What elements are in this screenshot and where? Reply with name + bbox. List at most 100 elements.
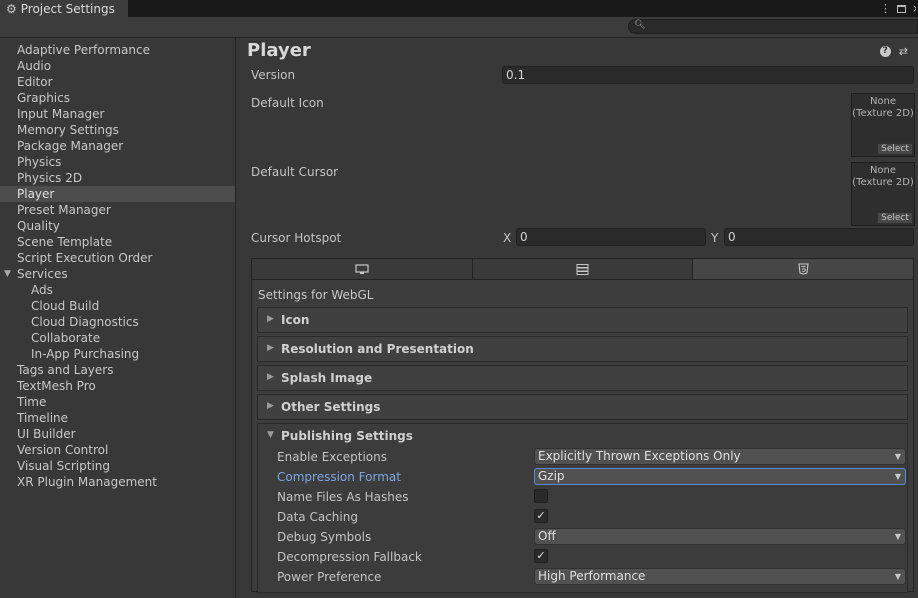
sidebar-item-adaptive-performance[interactable]: Adaptive Performance bbox=[0, 42, 235, 58]
debug-symbols-dropdown[interactable]: Off ▼ bbox=[534, 528, 906, 545]
tab-standalone[interactable] bbox=[252, 259, 473, 279]
expand-arrow-icon: ▶ bbox=[267, 343, 274, 353]
sidebar-item-memory-settings[interactable]: Memory Settings bbox=[0, 122, 235, 138]
name-files-as-hashes-checkbox[interactable] bbox=[534, 489, 548, 503]
compression-format-dropdown[interactable]: Gzip ▼ bbox=[534, 468, 906, 485]
compression-format-label: Compression Format bbox=[277, 470, 401, 484]
section-publishing-settings: ▼ Publishing Settings Enable Exceptions … bbox=[257, 423, 908, 593]
enable-exceptions-label: Enable Exceptions bbox=[277, 450, 387, 464]
sidebar-item-physics-2d[interactable]: Physics 2D bbox=[0, 170, 235, 186]
search-icon: 🔍︎ bbox=[634, 20, 646, 30]
cursor-hotspot-label: Cursor Hotspot bbox=[251, 231, 342, 245]
main-panel: Player ? ⇄ Version 0.1 Default Icon None… bbox=[237, 38, 918, 598]
more-menu-icon[interactable]: ⋮ bbox=[880, 2, 891, 15]
sidebar-item-scene-template[interactable]: Scene Template bbox=[0, 234, 235, 250]
platform-tabs bbox=[251, 258, 914, 280]
close-icon[interactable]: × bbox=[912, 2, 916, 15]
sidebar-item-cloud-build[interactable]: Cloud Build bbox=[0, 298, 235, 314]
sidebar-item-player[interactable]: Player bbox=[0, 186, 235, 202]
name-files-as-hashes-label: Name Files As Hashes bbox=[277, 490, 409, 504]
fold-down-icon[interactable]: ▼ bbox=[4, 266, 11, 282]
window-tab[interactable]: ⚙ Project Settings bbox=[0, 0, 128, 17]
section-label[interactable]: Publishing Settings bbox=[281, 429, 413, 443]
debug-symbols-label: Debug Symbols bbox=[277, 530, 372, 544]
tab-server[interactable] bbox=[472, 259, 694, 279]
sidebar-item-physics[interactable]: Physics bbox=[0, 154, 235, 170]
sidebar-item-collaborate[interactable]: Collaborate bbox=[0, 330, 235, 346]
default-cursor-label: Default Cursor bbox=[251, 165, 339, 179]
power-preference-dropdown[interactable]: High Performance ▼ bbox=[534, 568, 906, 585]
dropdown-value: Explicitly Thrown Exceptions Only bbox=[538, 449, 741, 463]
sidebar-item-ui-builder[interactable]: UI Builder bbox=[0, 426, 235, 442]
expand-arrow-icon: ▶ bbox=[267, 372, 274, 382]
version-field[interactable]: 0.1 bbox=[502, 66, 914, 84]
expand-arrow-icon: ▶ bbox=[267, 401, 274, 411]
x-label: X bbox=[503, 231, 512, 245]
dropdown-value: High Performance bbox=[538, 569, 646, 583]
chevron-down-icon: ▼ bbox=[894, 472, 901, 481]
server-icon bbox=[576, 263, 589, 275]
select-button[interactable]: Select bbox=[877, 143, 913, 155]
hotspot-x-field[interactable]: 0 bbox=[516, 228, 706, 246]
select-button[interactable]: Select bbox=[877, 212, 913, 224]
power-preference-label: Power Preference bbox=[277, 570, 382, 584]
dropdown-value: Gzip bbox=[538, 469, 565, 483]
sidebar-item-visual-scripting[interactable]: Visual Scripting bbox=[0, 458, 235, 474]
default-icon-texture[interactable]: None (Texture 2D) Select bbox=[851, 93, 915, 157]
section-splash-image[interactable]: ▶ Splash Image bbox=[257, 365, 908, 391]
data-caching-checkbox[interactable]: ✓ bbox=[534, 509, 548, 523]
sidebar-item-in-app-purchasing[interactable]: In-App Purchasing bbox=[0, 346, 235, 362]
title-bar: ⚙ Project Settings ⋮ × bbox=[0, 0, 918, 17]
html5-icon bbox=[798, 263, 809, 275]
sidebar-item-input-manager[interactable]: Input Manager bbox=[0, 106, 235, 122]
section-label: Other Settings bbox=[281, 400, 381, 414]
sidebar-item-tags-and-layers[interactable]: Tags and Layers bbox=[0, 362, 235, 378]
texture-type-text: (Texture 2D) bbox=[852, 108, 914, 119]
texture-none-text: None bbox=[869, 96, 897, 107]
collapse-arrow-icon[interactable]: ▼ bbox=[267, 430, 274, 440]
sidebar-item-package-manager[interactable]: Package Manager bbox=[0, 138, 235, 154]
sidebar-item-time[interactable]: Time bbox=[0, 394, 235, 410]
default-cursor-texture[interactable]: None (Texture 2D) Select bbox=[851, 162, 915, 226]
version-label: Version bbox=[251, 68, 296, 82]
help-icon[interactable]: ? bbox=[879, 46, 891, 57]
sidebar-item-editor[interactable]: Editor bbox=[0, 74, 235, 90]
section-other-settings[interactable]: ▶ Other Settings bbox=[257, 394, 908, 420]
y-label: Y bbox=[711, 231, 719, 245]
page-title: Player bbox=[247, 40, 311, 61]
sidebar-item-ads[interactable]: Ads bbox=[0, 282, 235, 298]
hotspot-y-field[interactable]: 0 bbox=[724, 228, 914, 246]
checkmark-icon: ✓ bbox=[536, 509, 546, 522]
sidebar: Adaptive Performance Audio Editor Graphi… bbox=[0, 38, 236, 598]
window-controls: ⋮ × bbox=[880, 0, 918, 17]
search-input[interactable]: 🔍︎ bbox=[628, 19, 918, 34]
sidebar-item-xr-plugin-management[interactable]: XR Plugin Management bbox=[0, 474, 235, 490]
header-icons: ? ⇄ bbox=[879, 46, 908, 57]
sidebar-item-graphics[interactable]: Graphics bbox=[0, 90, 235, 106]
maximize-icon[interactable] bbox=[897, 4, 906, 13]
monitor-icon bbox=[355, 263, 369, 274]
chevron-down-icon: ▼ bbox=[894, 572, 901, 581]
data-caching-label: Data Caching bbox=[277, 510, 358, 524]
expand-arrow-icon: ▶ bbox=[267, 314, 274, 324]
section-resolution-and-presentation[interactable]: ▶ Resolution and Presentation bbox=[257, 336, 908, 362]
sidebar-item-audio[interactable]: Audio bbox=[0, 58, 235, 74]
sidebar-item-quality[interactable]: Quality bbox=[0, 218, 235, 234]
gear-icon: ⚙ bbox=[6, 1, 17, 16]
texture-none-text: None bbox=[869, 165, 897, 176]
sidebar-item-textmesh-pro[interactable]: TextMesh Pro bbox=[0, 378, 235, 394]
enable-exceptions-dropdown[interactable]: Explicitly Thrown Exceptions Only ▼ bbox=[534, 448, 906, 465]
sidebar-item-version-control[interactable]: Version Control bbox=[0, 442, 235, 458]
section-icon[interactable]: ▶ Icon bbox=[257, 307, 908, 333]
decompression-fallback-checkbox[interactable]: ✓ bbox=[534, 549, 548, 563]
sidebar-item-script-execution-order[interactable]: Script Execution Order bbox=[0, 250, 235, 266]
tab-webgl[interactable] bbox=[693, 259, 914, 279]
sidebar-item-cloud-diagnostics[interactable]: Cloud Diagnostics bbox=[0, 314, 235, 330]
sidebar-item-timeline[interactable]: Timeline bbox=[0, 410, 235, 426]
preset-settings-icon[interactable]: ⇄ bbox=[899, 46, 908, 57]
sidebar-item-services[interactable]: ▼ Services bbox=[0, 266, 235, 282]
section-label: Icon bbox=[281, 313, 310, 327]
texture-type-text: (Texture 2D) bbox=[852, 177, 914, 188]
sidebar-item-preset-manager[interactable]: Preset Manager bbox=[0, 202, 235, 218]
chevron-down-icon: ▼ bbox=[894, 532, 901, 541]
